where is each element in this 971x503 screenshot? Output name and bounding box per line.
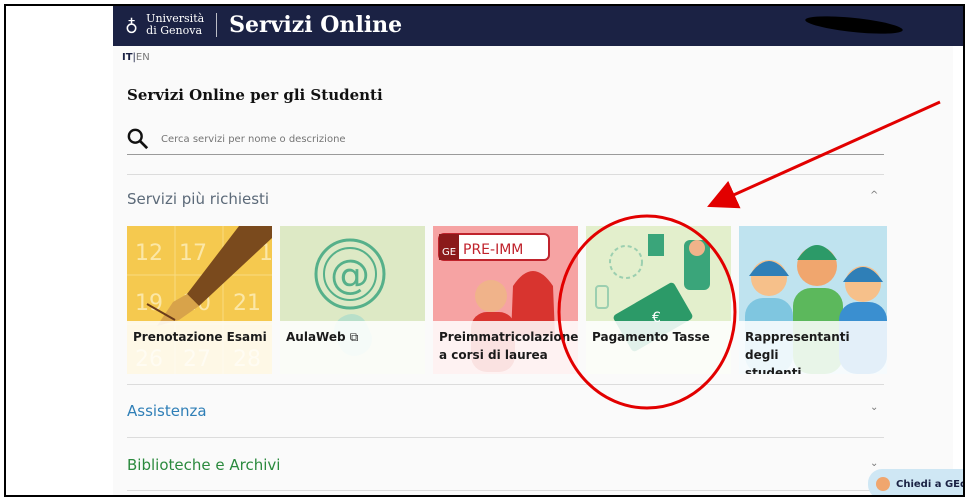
card-prenotazione-esami[interactable]: 12 17 14 19 20 21 26 27 28 Prenotazione … <box>127 226 272 374</box>
chat-avatar-icon <box>876 477 890 491</box>
university-name: Università di Genova <box>146 13 204 37</box>
search-input[interactable] <box>159 132 763 146</box>
divider-library <box>127 437 884 438</box>
calendar-number: 21 <box>233 291 261 316</box>
svg-text:@: @ <box>330 252 370 298</box>
card-label: Prenotazione Esami <box>133 328 267 346</box>
divider-assist <box>127 384 884 385</box>
external-link-icon: ⧉ <box>349 330 359 344</box>
card-label: AulaWeb ⧉ <box>286 328 358 346</box>
logo-divider <box>216 13 218 37</box>
right-gutter <box>953 46 963 495</box>
lang-en[interactable]: EN <box>136 52 150 63</box>
section-library-title[interactable]: Biblioteche e Archivi <box>127 456 280 474</box>
card-label-line1: Prenotazione Esami <box>133 330 267 344</box>
chat-label: Chiedi a GEdi <box>896 478 965 490</box>
divider-bottom <box>127 490 884 491</box>
card-aulaweb[interactable]: @ AulaWeb ⧉ <box>280 226 425 374</box>
language-switch: IT|EN <box>122 52 150 63</box>
card-pagamento-tasse[interactable]: € Pagamento Tasse <box>586 226 731 374</box>
card-label: Pagamento Tasse <box>592 328 710 346</box>
page-title: Servizi Online per gli Studenti <box>127 86 383 104</box>
card-label-line2: studenti <box>745 366 802 374</box>
card-label: Preimmatricolazione a corsi di laurea <box>439 328 578 364</box>
calendar-number: 12 <box>135 241 163 266</box>
card-label-line1: Pagamento Tasse <box>592 330 710 344</box>
crest-icon: ♁ <box>125 14 139 36</box>
topbar: ♁ Università di Genova Servizi Online <box>113 6 963 46</box>
preimm-banner: PRE-IMM <box>463 242 523 258</box>
card-label-line1: AulaWeb <box>286 330 346 344</box>
divider-top <box>127 174 884 175</box>
card-preimmatricolazione[interactable]: GE PRE-IMM Preimmatricolazione a corsi d… <box>433 226 578 374</box>
search-icon <box>127 128 149 150</box>
ge-badge: GE <box>442 247 456 258</box>
lang-it[interactable]: IT <box>122 52 133 63</box>
logo-line2: di Genova <box>146 24 203 37</box>
card-label-line1: Rappresentanti degli <box>745 330 850 362</box>
section-popular-title[interactable]: Servizi più richiesti <box>127 190 269 208</box>
brand-title: Servizi Online <box>229 12 403 38</box>
logo[interactable]: ♁ Università di Genova Servizi Online <box>125 12 402 38</box>
redacted-user <box>804 12 904 38</box>
card-label: Rappresentanti degli studenti <box>745 328 887 374</box>
chevron-up-icon[interactable]: ^ <box>870 190 878 201</box>
card-rappresentanti[interactable]: Rappresentanti degli studenti <box>739 226 887 374</box>
section-assist-title[interactable]: Assistenza <box>127 402 207 420</box>
left-gutter <box>6 6 113 495</box>
search-bar[interactable] <box>127 124 884 155</box>
chat-button[interactable]: Chiedi a GEdi <box>868 469 965 495</box>
card-label-line2: a corsi di laurea <box>439 348 548 362</box>
calendar-number: 17 <box>179 241 207 266</box>
chevron-down-icon[interactable]: ⌄ <box>870 402 878 413</box>
app-frame: ♁ Università di Genova Servizi Online IT… <box>4 4 965 497</box>
card-label-line1: Preimmatricolazione <box>439 330 578 344</box>
calendar-number: 19 <box>135 291 163 316</box>
chevron-down-icon[interactable]: ⌄ <box>870 458 878 469</box>
